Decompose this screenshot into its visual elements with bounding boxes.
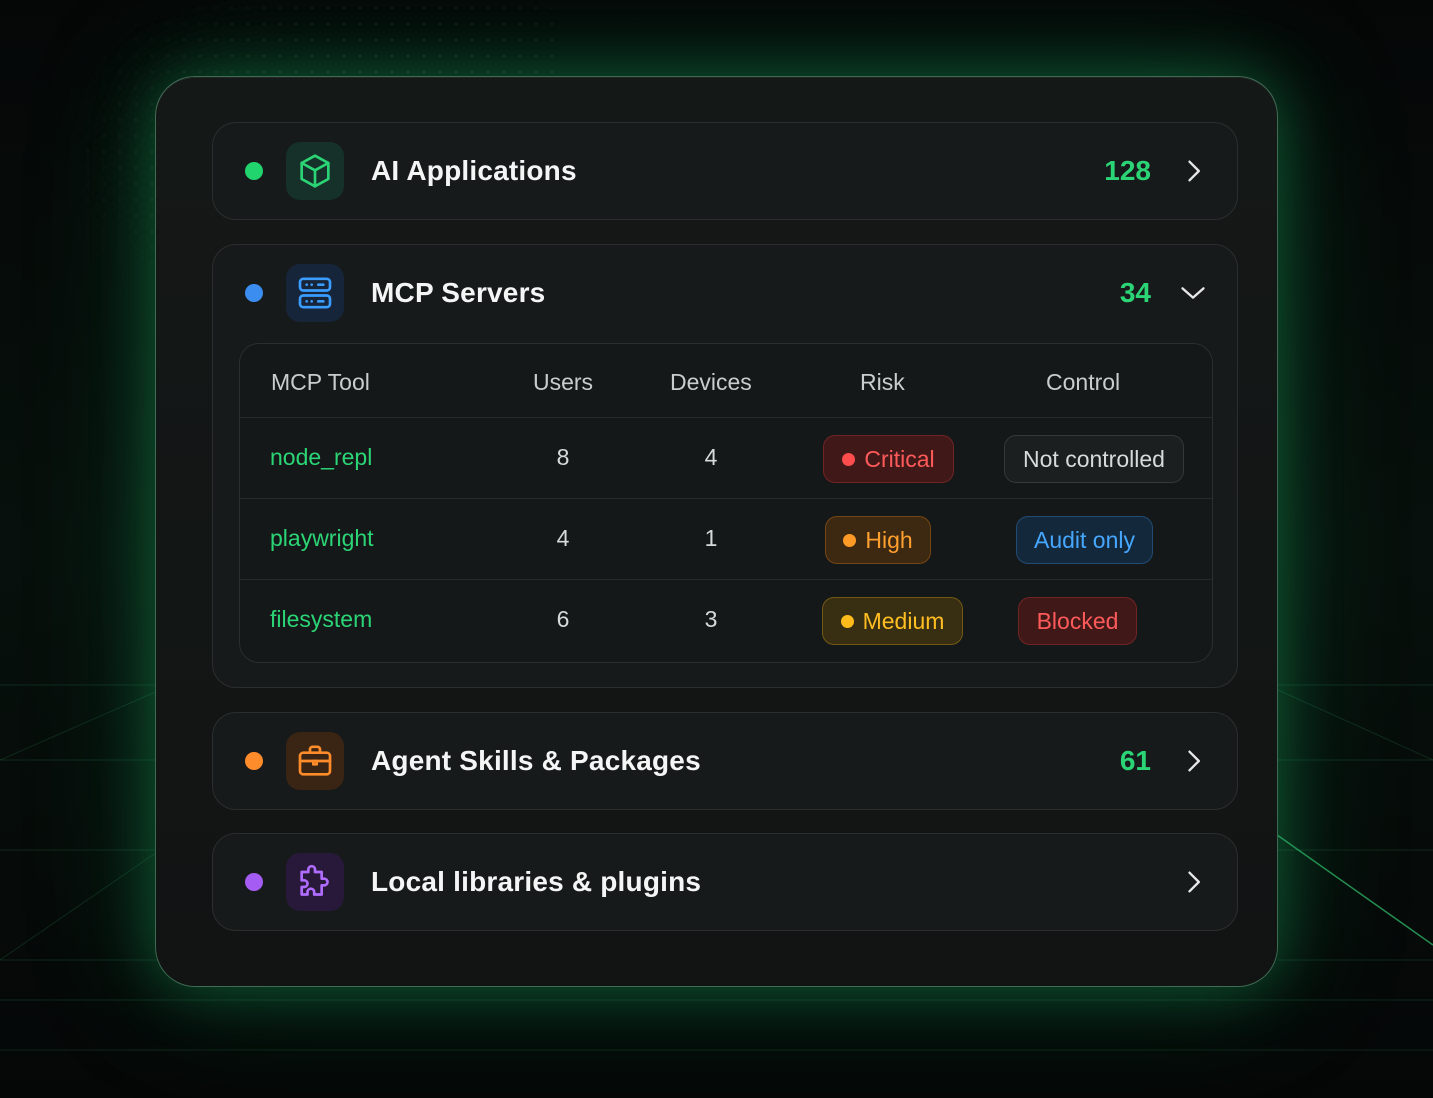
control-badge[interactable]: Blocked (1018, 597, 1137, 645)
category-title: Local libraries & plugins (371, 866, 702, 897)
devices-count: 4 (704, 444, 718, 470)
table-row[interactable]: playwright 4 1 High Audit only (240, 499, 1212, 580)
tool-name-link[interactable]: playwright (270, 525, 374, 552)
status-dot (245, 752, 263, 770)
chevron-right-icon[interactable] (1179, 868, 1207, 896)
column-header-users: Users (533, 369, 594, 395)
risk-label: High (865, 526, 913, 553)
risk-dot (843, 533, 857, 547)
column-header-devices: Devices (670, 369, 752, 395)
control-badge[interactable]: Not controlled (1004, 435, 1184, 483)
risk-badge: Medium (822, 597, 963, 645)
status-dot (245, 873, 263, 891)
category-agent-skills[interactable]: Agent Skills & Packages 61 (212, 712, 1238, 810)
chevron-down-icon[interactable] (1179, 279, 1207, 307)
category-title: MCP Servers (371, 277, 546, 308)
users-count: 4 (556, 525, 570, 551)
risk-label: Medium (862, 607, 945, 634)
category-count: 61 (1119, 745, 1151, 776)
table-header: MCP Tool Users Devices Risk Control (240, 344, 1212, 418)
users-count: 6 (556, 606, 570, 632)
category-header[interactable]: MCP Servers 34 (213, 245, 1237, 341)
risk-dot (840, 614, 854, 628)
cube-icon (286, 142, 344, 200)
chevron-right-icon[interactable] (1179, 747, 1207, 775)
column-header-risk: Risk (860, 369, 905, 395)
category-title: Agent Skills & Packages (371, 745, 701, 776)
briefcase-icon (286, 732, 344, 790)
category-mcp-servers: MCP Servers 34 MCP Tool Users Devices Ri… (212, 244, 1238, 688)
status-dot (245, 162, 263, 180)
risk-label: Critical (864, 445, 935, 472)
category-ai-applications[interactable]: AI Applications 128 (212, 122, 1238, 220)
risk-dot (842, 452, 856, 466)
category-count: 34 (1119, 277, 1151, 308)
table-row[interactable]: filesystem 6 3 Medium Blocked (240, 580, 1212, 661)
tool-name-link[interactable]: node_repl (270, 444, 372, 471)
table-row[interactable]: node_repl 8 4 Critical Not controlled (240, 418, 1212, 499)
column-header-tool: MCP Tool (271, 369, 370, 395)
chevron-right-icon[interactable] (1179, 157, 1207, 185)
risk-badge: High (825, 516, 931, 564)
server-icon (286, 264, 344, 322)
category-header[interactable]: Agent Skills & Packages 61 (213, 713, 1237, 809)
mcp-tools-table: MCP Tool Users Devices Risk Control node… (239, 343, 1213, 663)
inventory-card: AI Applications 128 MCP Servers 34 MCP T… (155, 76, 1278, 987)
category-title: AI Applications (371, 155, 577, 186)
column-header-control: Control (1046, 369, 1121, 395)
control-badge[interactable]: Audit only (1016, 516, 1153, 564)
tool-name-link[interactable]: filesystem (270, 606, 372, 633)
category-header[interactable]: Local libraries & plugins (213, 834, 1237, 930)
risk-badge: Critical (823, 435, 954, 483)
puzzle-icon (286, 853, 344, 911)
devices-count: 3 (704, 606, 718, 632)
status-dot (245, 284, 263, 302)
category-count: 128 (1104, 155, 1151, 186)
users-count: 8 (556, 444, 570, 470)
devices-count: 1 (704, 525, 718, 551)
category-header[interactable]: AI Applications 128 (213, 123, 1237, 219)
category-local-libraries[interactable]: Local libraries & plugins (212, 833, 1238, 931)
